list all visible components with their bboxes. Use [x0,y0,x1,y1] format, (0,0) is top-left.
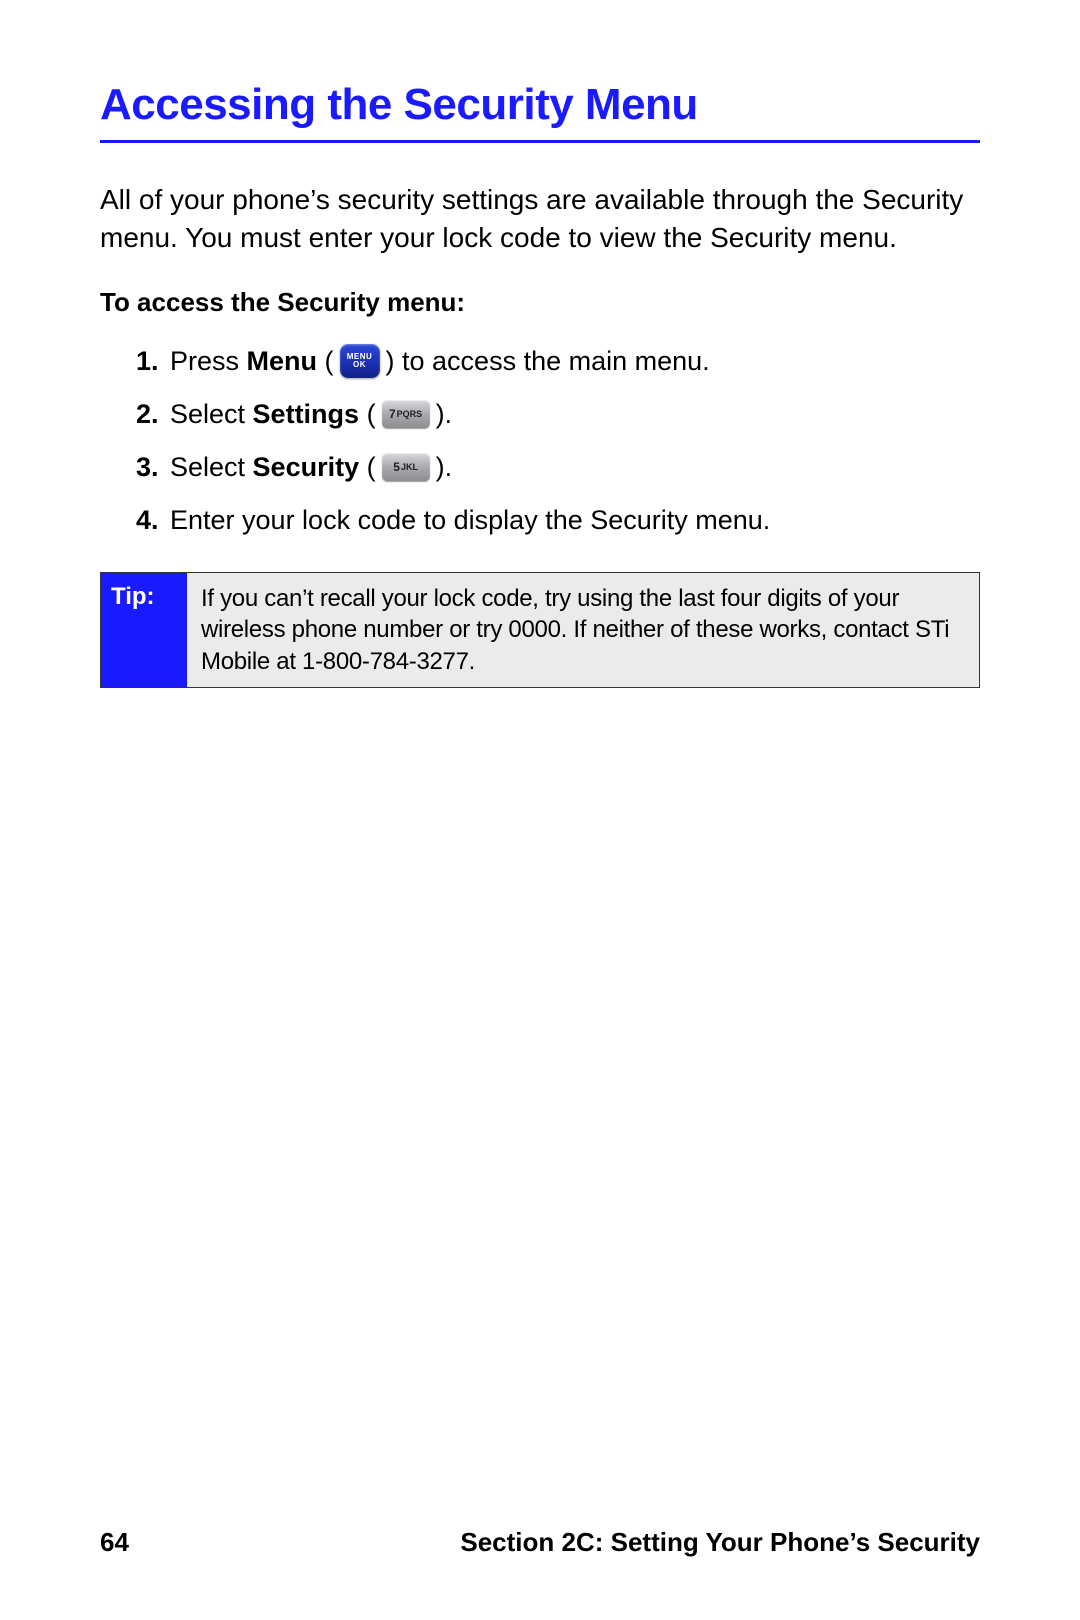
page-title: Accessing the Security Menu [100,80,980,143]
step-number: 3. [136,448,170,487]
tip-body: If you can’t recall your lock code, try … [187,573,979,687]
intro-paragraph: All of your phone’s security settings ar… [100,181,980,257]
step-1: 1. Press Menu ( MENU OK ) to access the … [136,342,980,381]
step-text-after: ) to access the main menu. [386,342,710,381]
step-text: Select Settings ( [170,395,376,434]
steps-list: 1. Press Menu ( MENU OK ) to access the … [136,342,980,541]
step-number: 2. [136,395,170,434]
step-text: Enter your lock code to display the Secu… [170,501,770,540]
step-number: 4. [136,501,170,540]
section-label: Section 2C: Setting Your Phone’s Securit… [460,1527,980,1558]
step-text-after: ). [436,395,453,434]
tip-label: Tip: [101,573,187,687]
step-4: 4. Enter your lock code to display the S… [136,501,980,540]
key-7-icon: 7PQRS [382,400,430,428]
key-5-icon: 5JKL [382,453,430,481]
step-2: 2. Select Settings ( 7PQRS ). [136,395,980,434]
step-3: 3. Select Security ( 5JKL ). [136,448,980,487]
menu-ok-key-icon: MENU OK [340,344,380,378]
step-text-after: ). [436,448,453,487]
page-number: 64 [100,1527,129,1558]
step-text: Press Menu ( [170,342,334,381]
tip-box: Tip: If you can’t recall your lock code,… [100,572,980,688]
sub-heading: To access the Security menu: [100,287,980,318]
step-text: Select Security ( [170,448,376,487]
step-number: 1. [136,342,170,381]
page-footer: 64 Section 2C: Setting Your Phone’s Secu… [100,1527,980,1558]
